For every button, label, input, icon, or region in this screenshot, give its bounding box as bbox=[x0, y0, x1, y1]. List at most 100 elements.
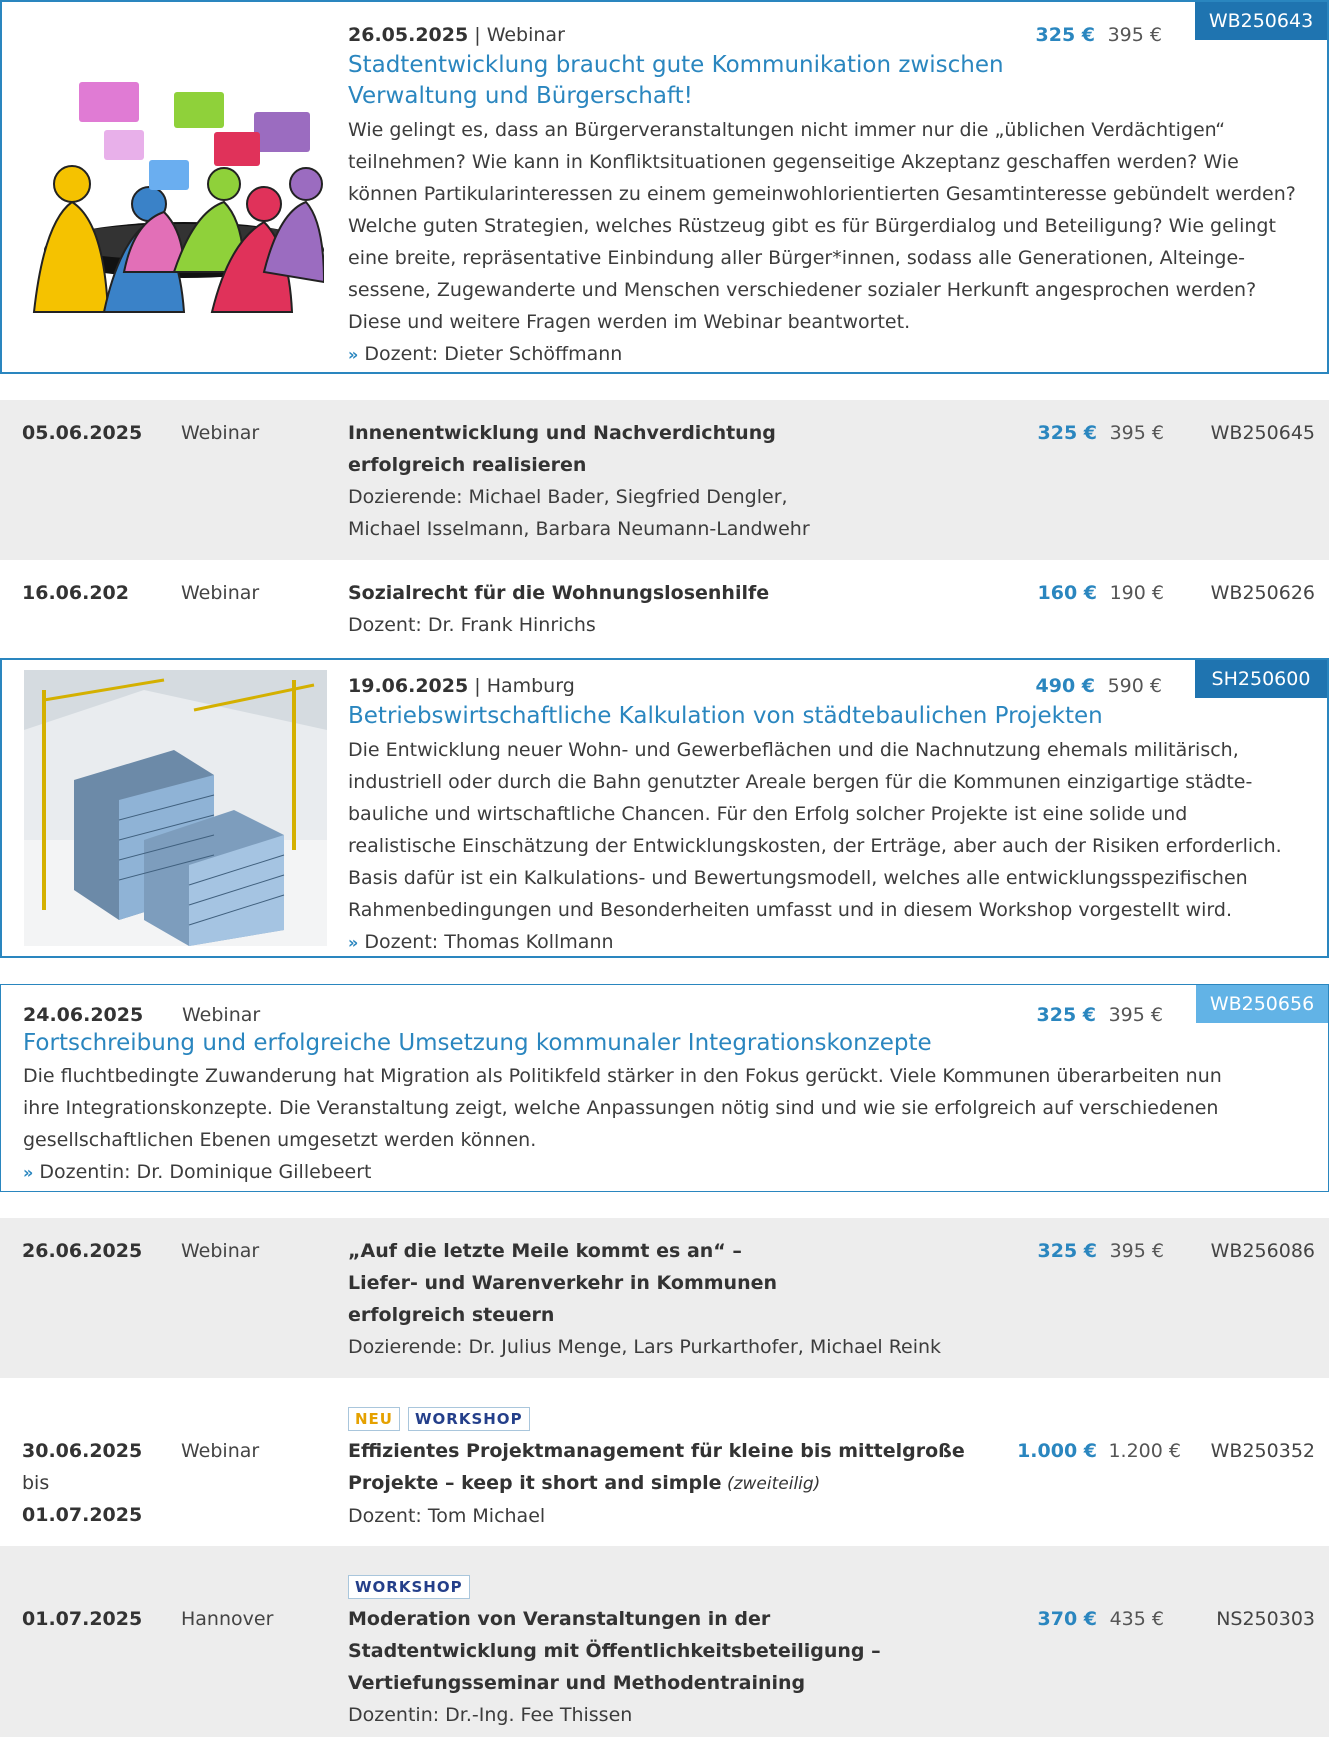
event-price: 370 € bbox=[1037, 1608, 1098, 1630]
event-tags: WORKSHOP bbox=[348, 1570, 478, 1602]
event-speaker: Dozent: Dr. Frank Hinrichs bbox=[348, 614, 596, 636]
speaker-name: Dozent: Thomas Kollmann bbox=[364, 931, 614, 953]
event-tags: NEU WORKSHOP bbox=[348, 1402, 538, 1434]
event-speaker: Dozent: Tom Michael bbox=[348, 1505, 546, 1527]
event-title[interactable]: Effizientes Projektmanagement für kleine… bbox=[348, 1435, 988, 1500]
event-row[interactable]: 26.06.2025 Webinar „Auf die letzte Meile… bbox=[0, 1218, 1329, 1378]
tag-workshop: WORKSHOP bbox=[348, 1575, 470, 1599]
desc-line: Die Entwicklung neuer Wohn- und Gewerbef… bbox=[348, 739, 1239, 761]
event-date-range: 30.06.2025 bis 01.07.2025 bbox=[22, 1435, 142, 1531]
event-title-line: erfolgreich steuern bbox=[348, 1304, 555, 1326]
event-title-line: Innenentwicklung und Nachverdichtung bbox=[348, 422, 776, 444]
event-date: 01.07.2025 bbox=[22, 1608, 143, 1630]
event-price: 325 € bbox=[1037, 422, 1098, 444]
event-title[interactable]: Innenentwicklung und Nachverdichtung erf… bbox=[348, 417, 988, 481]
event-date: 24.06.2025 bbox=[23, 1004, 144, 1026]
event-title-line: Liefer- und Warenverkehr in Kommunen bbox=[348, 1272, 778, 1294]
event-speaker: Michael Isselmann, Barbara Neumann-Landw… bbox=[348, 518, 810, 540]
event-speaker[interactable]: » Dozentin: Dr. Dominique Gillebeert bbox=[23, 1156, 1313, 1189]
event-speaker: Dozierende: Dr. Julius Menge, Lars Purka… bbox=[348, 1336, 942, 1358]
event-type: Hamburg bbox=[486, 675, 575, 697]
event-meta: 19.06.2025 | Hamburg bbox=[348, 670, 1088, 702]
event-title-link[interactable]: Fortschreibung und erfolgreiche Umsetzun… bbox=[23, 1028, 1313, 1059]
event-date: 26.05.2025 bbox=[348, 24, 469, 46]
event-speaker: Dozentin: Dr.-Ing. Fee Thissen bbox=[348, 1704, 633, 1726]
desc-line: industriell oder durch die Bahn genutzte… bbox=[348, 771, 1253, 793]
desc-line: teilnehmen? Wie kann in Konfliktsituatio… bbox=[348, 151, 1239, 173]
event-speaker[interactable]: » Dozent: Dieter Schöffmann bbox=[348, 338, 1318, 371]
event-type: Webinar bbox=[181, 1440, 260, 1462]
speaker-name: Dozentin: Dr. Dominique Gillebeert bbox=[39, 1161, 372, 1183]
desc-line: Wie gelingt es, dass an Bürgerveranstalt… bbox=[348, 119, 1226, 141]
desc-line: gesellschaftlichen Ebenen umgesetzt werd… bbox=[23, 1129, 537, 1151]
event-old-price: 395 € bbox=[1108, 1004, 1163, 1026]
event-row[interactable]: 16.06.202 Webinar Sozialrecht für die Wo… bbox=[0, 560, 1329, 658]
double-chevron-right-icon: » bbox=[348, 345, 359, 364]
desc-line: können Partikularinteressen zu einem gem… bbox=[348, 183, 1296, 205]
event-speaker[interactable]: » Dozent: Thomas Kollmann bbox=[348, 926, 1318, 959]
meta-separator: | bbox=[468, 24, 487, 46]
tag-workshop: WORKSHOP bbox=[407, 1407, 530, 1431]
event-price: 325 € bbox=[1037, 1240, 1098, 1262]
event-speaker: Dozierende: Michael Bader, Siegfried Den… bbox=[348, 486, 788, 508]
event-title-suffix: (zweiteilig) bbox=[721, 1474, 821, 1494]
desc-line: Diese und weitere Fragen werden im Webin… bbox=[348, 311, 911, 333]
event-row[interactable]: WORKSHOP 01.07.2025 Hannover Moderation … bbox=[0, 1546, 1329, 1737]
desc-line: Die fluchtbedingte Zuwanderung hat Migra… bbox=[23, 1065, 1222, 1087]
event-date: 16.06.202 bbox=[22, 582, 129, 604]
event-card[interactable]: 19.06.2025 | Hamburg 490 € 590 € SH25060… bbox=[0, 658, 1329, 958]
double-chevron-right-icon: » bbox=[23, 1163, 34, 1182]
event-date: 05.06.2025 bbox=[22, 422, 143, 444]
event-type: Webinar bbox=[181, 1240, 260, 1262]
double-chevron-right-icon: » bbox=[348, 933, 359, 952]
event-price: 1.000 € bbox=[1017, 1440, 1097, 1462]
desc-line: eine breite, repräsentative Einbindung a… bbox=[348, 247, 1246, 269]
event-card[interactable]: 26.05.2025 | Webinar 325 € 395 € WB25064… bbox=[0, 0, 1329, 374]
event-title[interactable]: Moderation von Veranstaltungen in der St… bbox=[348, 1603, 988, 1699]
event-price: 325 € bbox=[1035, 24, 1096, 46]
event-title-line: „Auf die letzte Meile kommt es an“ – bbox=[348, 1240, 742, 1262]
event-type: Webinar bbox=[181, 582, 260, 604]
desc-line: Rahmenbedingungen und Besonderheiten umf… bbox=[348, 899, 1232, 921]
event-title-line: Stadtentwicklung mit Öffentlichkeitsbete… bbox=[348, 1640, 881, 1662]
event-title-link[interactable]: Stadtentwicklung braucht gute Kommunikat… bbox=[348, 50, 1318, 112]
event-old-price: 435 € bbox=[1109, 1608, 1164, 1630]
event-title-line: erfolgreich realisieren bbox=[348, 454, 587, 476]
event-row[interactable]: 05.06.2025 Webinar Innenentwicklung und … bbox=[0, 400, 1329, 560]
speaker-name: Dozent: Dieter Schöffmann bbox=[364, 343, 623, 365]
desc-line: Welche guten Strategien, welches Rüstzeu… bbox=[348, 215, 1276, 237]
event-title-link[interactable]: Betriebswirtschaftliche Kalkulation von … bbox=[348, 701, 1318, 732]
event-price: 160 € bbox=[1037, 582, 1098, 604]
event-old-price: 395 € bbox=[1109, 422, 1164, 444]
event-date: 30.06.2025 bbox=[22, 1440, 143, 1462]
event-code: NS250303 bbox=[1216, 1608, 1315, 1630]
event-code-badge[interactable]: WB250656 bbox=[1196, 985, 1328, 1023]
event-title-line: Projekte – keep it short and simple bbox=[348, 1472, 722, 1494]
event-image-people-dialog bbox=[32, 82, 324, 313]
event-type: Hannover bbox=[181, 1608, 274, 1630]
event-code: WB256086 bbox=[1210, 1240, 1315, 1262]
event-price: 490 € bbox=[1035, 675, 1096, 697]
event-title[interactable]: Sozialrecht für die Wohnungslosenhilfe bbox=[348, 577, 988, 609]
event-code-badge[interactable]: WB250643 bbox=[1195, 2, 1327, 40]
event-code-badge[interactable]: SH250600 bbox=[1195, 660, 1327, 698]
event-old-price: 190 € bbox=[1109, 582, 1164, 604]
event-title-line: Moderation von Veranstaltungen in der bbox=[348, 1608, 771, 1630]
event-code: WB250645 bbox=[1210, 422, 1315, 444]
event-code: WB250352 bbox=[1210, 1440, 1315, 1462]
event-type: Webinar bbox=[182, 1004, 261, 1026]
event-title-line: Stadtentwicklung braucht gute Kommunikat… bbox=[348, 52, 1004, 78]
desc-line: sessene, Zugewanderte und Menschen versc… bbox=[348, 279, 1257, 301]
date-range-separator: bis bbox=[22, 1472, 50, 1494]
event-title-line: Vertiefungsseminar und Methodentraining bbox=[348, 1672, 806, 1694]
event-card[interactable]: 24.06.2025 Webinar 325 € 395 € WB250656 … bbox=[0, 984, 1329, 1192]
meta-separator: | bbox=[468, 675, 487, 697]
event-description: Wie gelingt es, dass an Bürgerveranstalt… bbox=[348, 114, 1318, 338]
event-old-price: 395 € bbox=[1107, 24, 1162, 46]
event-row[interactable]: NEU WORKSHOP 30.06.2025 bis 01.07.2025 We… bbox=[0, 1378, 1329, 1546]
desc-line: Basis dafür ist ein Kalkulations- und Be… bbox=[348, 867, 1248, 889]
event-description: Die Entwicklung neuer Wohn- und Gewerbef… bbox=[348, 734, 1318, 926]
event-title[interactable]: „Auf die letzte Meile kommt es an“ – Lie… bbox=[348, 1235, 988, 1331]
event-image-construction bbox=[24, 670, 327, 946]
event-old-price: 590 € bbox=[1107, 675, 1162, 697]
